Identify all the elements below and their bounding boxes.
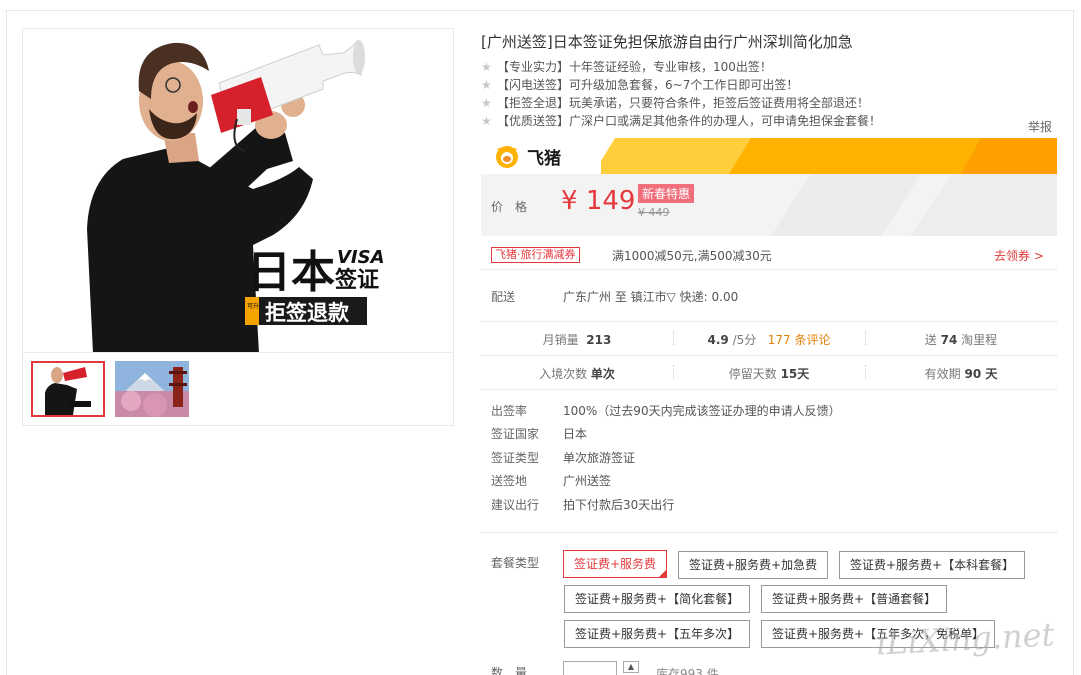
package-option[interactable]: 签证费+服务费+【简化套餐】 <box>564 585 751 613</box>
visa-info: 出签率 100%（过去90天内完成该签证办理的申请人反馈） 签证国家 日本 签证类型… <box>481 402 1057 533</box>
star-icon: ★ <box>481 78 492 92</box>
fliggy-logo: 飞猪 <box>495 144 561 169</box>
main-product-image[interactable]: 日本 VISA 签证 可升级 拒签退款 <box>23 29 453 353</box>
package-option[interactable]: 签证费+服务费+加急费 <box>678 551 829 579</box>
package-option[interactable]: 签证费+服务费+【五年多次】 <box>564 620 751 648</box>
quantity-increment-button[interactable]: ▲ <box>623 661 639 673</box>
get-coupon-link[interactable]: 去领券 > <box>994 247 1044 264</box>
feature-text: 【优质送签】广深户口或满足其他条件的办理人，可申请免担保金套餐！ <box>497 114 882 128</box>
package-option[interactable]: 签证费+服务费+【普通套餐】 <box>761 585 948 613</box>
rating: 4.9 /5分 177 条评论 <box>707 333 831 347</box>
validity: 有效期 90 天 <box>924 367 998 381</box>
info-row: 出签率 100%（过去90天内完成该签证办理的申请人反馈） <box>491 404 841 418</box>
stats-row-1: 月销量 213 4.9 /5分 177 条评论 送 74 淘里程 <box>481 322 1057 356</box>
reviews-link[interactable]: 177 条评论 <box>768 333 831 347</box>
shipping-label: 配送 <box>491 290 516 304</box>
brand-stripe <box>601 138 1057 174</box>
feature-text: 【拒签全退】玩美承诺，只要符合条件，拒签后签证费用将全部退还！ <box>497 96 870 110</box>
product-gallery: 日本 VISA 签证 可升级 拒签退款 <box>22 28 454 426</box>
thumbnail-1[interactable] <box>31 361 105 417</box>
info-row: 签证国家 日本 <box>491 427 588 442</box>
package-label: 套餐类型 <box>491 556 540 570</box>
entry-count: 入境次数 单次 <box>539 367 615 381</box>
monthly-sales: 月销量 213 <box>542 333 612 347</box>
thumbnail-2[interactable] <box>115 361 189 417</box>
feature-text: 【闪电送签】可升级加急套餐，6~7个工作日即可出签！ <box>497 78 799 92</box>
brand-bar: 飞猪 <box>481 138 1057 174</box>
report-link[interactable]: 举报 <box>1028 118 1052 135</box>
feature-text: 【专业实力】十年签证经验，专业审核，100出签！ <box>497 60 772 74</box>
quantity-label: 数量 <box>491 666 540 675</box>
shipping-row: 配送 广东广州 至 镇江市▽ 快递: 0.00 <box>481 276 1057 322</box>
hero-visa-cn: 签证 <box>334 267 379 293</box>
brand-name: 飞猪 <box>527 149 561 169</box>
price-value: ¥ 149 <box>561 186 635 216</box>
shipping-value[interactable]: 广东广州 至 镇江市▽ 快递: 0.00 <box>563 288 738 305</box>
product-title: [广州送签]日本签证免担保旅游自由行广州深圳简化加急 <box>481 33 853 51</box>
feature-item: ★ 【拒签全退】玩美承诺，只要符合条件，拒签后签证费用将全部退还！ <box>481 94 881 112</box>
currency-symbol: ¥ <box>561 186 578 216</box>
quantity-input[interactable] <box>563 661 617 675</box>
fliggy-logo-icon <box>496 145 518 168</box>
price-number: 149 <box>585 186 636 216</box>
old-price: ¥ 449 <box>638 206 670 219</box>
coupon-text: 满1000减50元,满500减30元 <box>612 249 772 263</box>
coupon-row: 飞猪·旅行满减券 满1000减50元,满500减30元 去领券 > <box>481 240 1057 270</box>
package-option[interactable]: 签证费+服务费+【本科套餐】 <box>839 551 1026 579</box>
promo-tag: 新春特惠 <box>638 184 695 203</box>
feature-item: ★ 【专业实力】十年签证经验，专业审核，100出签！ <box>481 58 881 76</box>
price-label: 价格 <box>491 200 540 214</box>
feature-list: ★ 【专业实力】十年签证经验，专业审核，100出签！ ★ 【闪电送签】可升级加急套餐… <box>481 58 881 130</box>
stats-panel: 月销量 213 4.9 /5分 177 条评论 送 74 淘里程 入境次数 单次… <box>481 322 1057 390</box>
info-row: 送签地 广州送签 <box>491 474 612 489</box>
hero-visa-en: VISA <box>337 247 385 268</box>
feature-item: ★ 【闪电送签】可升级加急套餐，6~7个工作日即可出签！ <box>481 76 881 94</box>
stock-text: 库存993 件 <box>656 667 719 675</box>
coupon-tag: 飞猪·旅行满减券 <box>491 247 580 263</box>
star-icon: ★ <box>481 114 492 128</box>
hero-title-main: 日本 <box>247 247 335 298</box>
star-icon: ★ <box>481 60 492 74</box>
stay-days: 停留天数 15天 <box>728 367 810 381</box>
package-option-selected[interactable]: 签证费+服务费 <box>563 550 668 578</box>
points: 送 74 淘里程 <box>924 333 998 347</box>
feature-item: ★ 【优质送签】广深户口或满足其他条件的办理人，可申请免担保金套餐！ <box>481 112 881 130</box>
hero-refund: 拒签退款 <box>265 301 350 325</box>
star-icon: ★ <box>481 96 492 110</box>
price-box: 价格 ¥ 149 新春特惠 ¥ 449 <box>481 174 1057 236</box>
info-row: 签证类型 单次旅游签证 <box>491 450 636 465</box>
info-row: 建议出行 拍下付款后30天出行 <box>491 497 675 512</box>
stats-row-2: 入境次数 单次 停留天数 15天 有效期 90 天 <box>481 356 1057 390</box>
